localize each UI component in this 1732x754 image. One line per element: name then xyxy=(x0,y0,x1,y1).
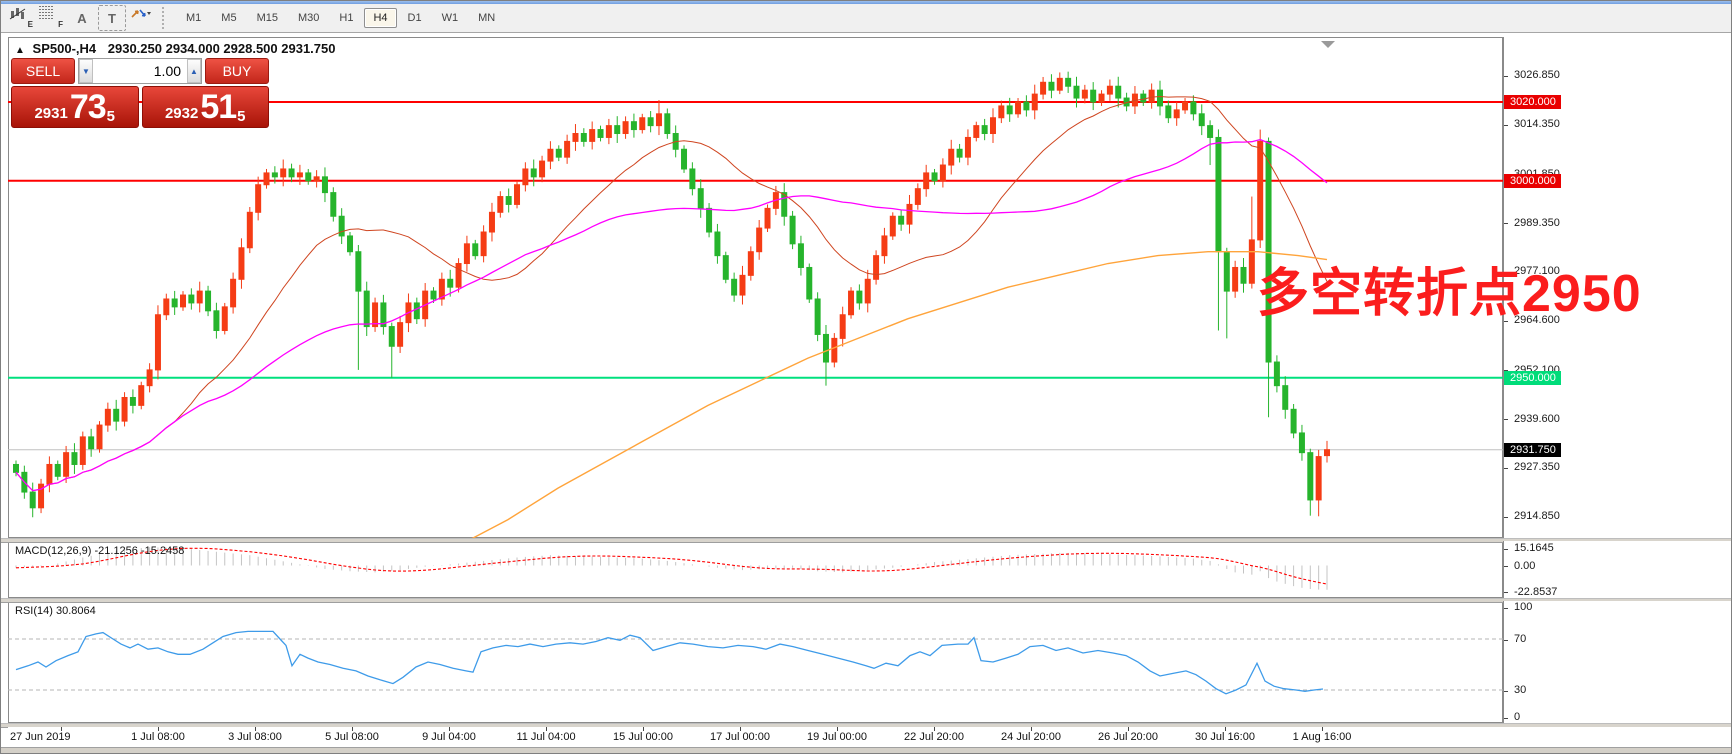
rsi-tick xyxy=(1504,691,1508,692)
macd-axis-label: 15.1645 xyxy=(1514,542,1554,554)
time-axis-label: 26 Jul 20:00 xyxy=(1098,731,1158,743)
macd-tick xyxy=(1504,549,1508,550)
panel-splitter[interactable] xyxy=(1,598,1732,603)
text-label-icon[interactable]: A xyxy=(68,5,96,31)
time-axis-label: 5 Jul 08:00 xyxy=(325,731,379,743)
mt4-terminal-window: EFAT M1M5M15M30H1H4D1W1MN ▲ SP500-,H4 29… xyxy=(0,0,1732,754)
time-axis-label: 11 Jul 04:00 xyxy=(516,731,575,743)
price-axis-label: 2927.350 xyxy=(1514,461,1560,473)
macd-main-value: -21.1256 xyxy=(94,545,137,557)
time-axis-label: 22 Jul 20:00 xyxy=(904,731,964,743)
price-tick xyxy=(1504,223,1508,224)
symbol-ohlc-values: 2930.250 2934.000 2928.500 2931.750 xyxy=(108,41,336,56)
macd-label: MACD(12,26,9) -21.1256 -15.2458 xyxy=(15,545,184,557)
timeframe-h4[interactable]: H4 xyxy=(364,8,396,28)
rsi-axis: 100 70 30 0 xyxy=(1503,601,1732,723)
time-axis-label: 24 Jul 20:00 xyxy=(1001,731,1061,743)
buy-price-display[interactable]: 2932 51 5 xyxy=(142,86,270,128)
chart-expert-icon[interactable]: E xyxy=(8,5,36,31)
price-axis-label: 2914.850 xyxy=(1514,510,1560,522)
rsi-axis-label: 30 xyxy=(1514,684,1526,696)
rsi-tick xyxy=(1504,640,1508,641)
rsi-plot xyxy=(8,601,1503,723)
buy-price-big-figure: 2932 xyxy=(165,104,198,124)
rsi-tick xyxy=(1504,608,1508,609)
buy-price-fraction: 5 xyxy=(237,110,245,124)
time-axis-label: 19 Jul 00:00 xyxy=(807,731,867,743)
sell-price-display[interactable]: 2931 73 5 xyxy=(11,86,139,128)
timeframe-m1[interactable]: M1 xyxy=(177,8,210,28)
rsi-axis-label: 70 xyxy=(1514,633,1526,645)
timeframe-m5[interactable]: M5 xyxy=(212,8,245,28)
current-price-tag: 2931.750 xyxy=(1504,443,1561,457)
timeframe-m30[interactable]: M30 xyxy=(289,8,328,28)
price-tick xyxy=(1504,125,1508,126)
timeframe-d1[interactable]: D1 xyxy=(399,8,431,28)
price-axis-label: 3026.850 xyxy=(1514,69,1560,81)
symbol-name: SP500-,H4 xyxy=(33,41,97,56)
rsi-value: 30.8064 xyxy=(56,605,96,617)
collapse-arrow-icon[interactable]: ▲ xyxy=(15,45,25,56)
rsi-axis-label: 100 xyxy=(1514,601,1532,613)
price-tick xyxy=(1504,517,1508,518)
chart-toolbar: EFAT M1M5M15M30H1H4D1W1MN xyxy=(1,4,1732,33)
bottom-scroll-strip[interactable] xyxy=(1,747,1732,754)
macd-signal-value: -15.2458 xyxy=(141,545,184,557)
time-axis-label: 15 Jul 00:00 xyxy=(613,731,673,743)
macd-axis-label: 0.00 xyxy=(1514,560,1535,572)
volume-up-button[interactable]: ▲ xyxy=(187,59,201,83)
rsi-label: RSI(14) 30.8064 xyxy=(15,605,96,617)
macd-axis-label: -22.8537 xyxy=(1514,586,1557,598)
symbol-header[interactable]: ▲ SP500-,H4 2930.250 2934.000 2928.500 2… xyxy=(15,41,335,56)
macd-plot xyxy=(8,541,1503,598)
text-box-icon[interactable]: T xyxy=(98,5,126,31)
price-tick xyxy=(1504,468,1508,469)
hline-price-tag: 2950.000 xyxy=(1504,371,1561,385)
volume-stepper: ▼ ▲ xyxy=(78,58,202,84)
timeframe-m15[interactable]: M15 xyxy=(248,8,287,28)
price-axis-label: 2989.350 xyxy=(1514,217,1560,229)
sell-price-fraction: 5 xyxy=(107,110,115,124)
sell-price-big-figure: 2931 xyxy=(34,104,67,124)
macd-tick xyxy=(1504,566,1508,567)
macd-axis: 15.1645 0.00 -22.8537 xyxy=(1503,541,1732,598)
price-tick xyxy=(1504,419,1508,420)
macd-tick xyxy=(1504,592,1508,593)
price-axis-label: 3014.350 xyxy=(1514,118,1560,130)
hline-price-tag: 3000.000 xyxy=(1504,174,1561,188)
panel-splitter[interactable] xyxy=(1,538,1732,543)
volume-input[interactable] xyxy=(93,59,187,83)
cursor-arrows-icon[interactable] xyxy=(128,5,156,31)
time-axis-label: 1 Aug 16:00 xyxy=(1293,731,1352,743)
one-click-trading-panel: SELL ▼ ▲ BUY 2931 73 5 2932 51 5 xyxy=(11,58,269,128)
time-axis-label: 27 Jun 2019 xyxy=(10,731,71,743)
chart-annotation-text: 多空转折点2950 xyxy=(1257,251,1642,326)
rsi-tick xyxy=(1504,718,1508,719)
timeframe-group: M1M5M15M30H1H4D1W1MN xyxy=(176,8,505,28)
buy-price-points: 51 xyxy=(200,90,236,124)
drawing-tools-group: EFAT xyxy=(7,5,157,31)
timeframe-mn[interactable]: MN xyxy=(469,8,504,28)
timeframe-w1[interactable]: W1 xyxy=(433,8,468,28)
buy-button[interactable]: BUY xyxy=(205,58,269,84)
rsi-axis-label: 0 xyxy=(1514,711,1520,723)
hline-price-tag: 3020.000 xyxy=(1504,95,1561,109)
volume-down-button[interactable]: ▼ xyxy=(79,59,93,83)
price-axis-label: 2939.600 xyxy=(1514,413,1560,425)
time-axis-label: 1 Jul 08:00 xyxy=(131,731,185,743)
price-tick xyxy=(1504,76,1508,77)
grid-fibo-icon[interactable]: F xyxy=(38,5,66,31)
time-axis[interactable]: 27 Jun 2019 1 Jul 08:00 3 Jul 08:00 5 Jul 0… xyxy=(8,727,1732,747)
time-axis-label: 17 Jul 00:00 xyxy=(710,731,770,743)
sell-button[interactable]: SELL xyxy=(11,58,75,84)
sell-price-points: 73 xyxy=(70,90,106,124)
timeframe-h1[interactable]: H1 xyxy=(330,8,362,28)
time-axis-label: 3 Jul 08:00 xyxy=(228,731,282,743)
time-axis-label: 30 Jul 16:00 xyxy=(1195,731,1255,743)
toolbar-grip xyxy=(162,7,171,29)
time-axis-label: 9 Jul 04:00 xyxy=(422,731,476,743)
